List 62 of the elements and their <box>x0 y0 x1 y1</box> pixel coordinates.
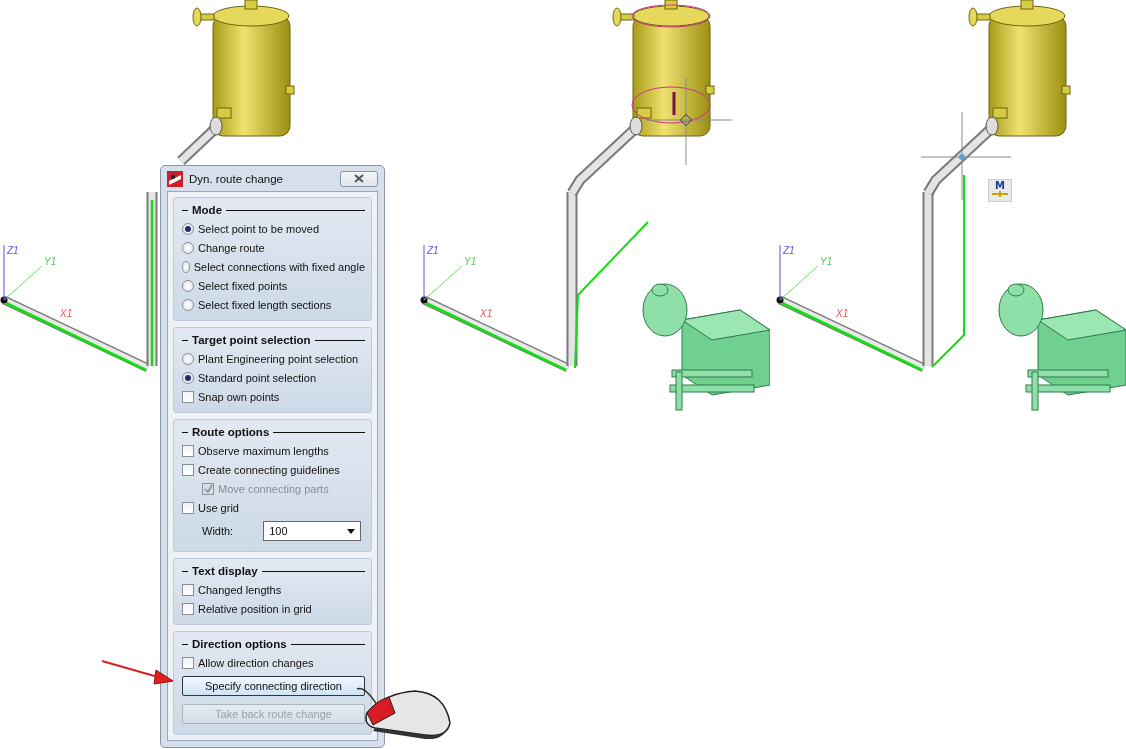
group-title: Mode <box>192 204 223 216</box>
axis-label: X1 <box>836 308 849 319</box>
checkbox[interactable] <box>182 656 194 669</box>
width-dropdown[interactable]: 100 <box>263 521 362 541</box>
crosshair-icon <box>645 77 733 166</box>
checkbox[interactable] <box>182 390 194 403</box>
field-label: Width: <box>202 525 234 537</box>
group-title: Target point selection <box>192 334 311 346</box>
option-label: Move connecting parts <box>218 482 329 495</box>
caret-icon <box>347 528 356 534</box>
radio-button[interactable] <box>182 241 194 254</box>
z-axis-line <box>3 244 5 301</box>
option-label: Create connecting guidelines <box>198 463 340 476</box>
radio-button[interactable] <box>182 371 194 384</box>
checkbox[interactable] <box>182 444 194 457</box>
marker-label: M <box>995 180 1005 191</box>
z-axis-line <box>423 244 425 301</box>
direction-button[interactable]: Specify connecting direction <box>182 676 365 696</box>
crosshair-icon <box>920 111 1012 201</box>
option-label: Select connections with fixed angle <box>193 260 365 273</box>
checkbox[interactable] <box>182 463 194 476</box>
group-title: Text display <box>192 565 258 577</box>
take-back-button: Take back route change <box>182 704 365 724</box>
axis-label: X1 <box>480 308 493 319</box>
option-label: Select point to be moved <box>198 222 320 235</box>
close-icon <box>354 174 364 183</box>
app-icon <box>167 170 183 187</box>
y-axis-line <box>3 265 43 301</box>
checkbox[interactable] <box>182 602 194 615</box>
cross-mark-icon <box>992 191 1008 197</box>
axis-label: Y1 <box>464 256 477 267</box>
option-label: Allow direction changes <box>198 656 314 669</box>
option-label: Standard point selection <box>198 371 317 384</box>
radio-button[interactable] <box>182 298 194 311</box>
axis-label: Z1 <box>427 245 439 256</box>
axis-label: Z1 <box>7 245 19 256</box>
option-label: Change route <box>198 241 265 254</box>
y-axis-line <box>423 265 463 301</box>
axis-label: Y1 <box>44 256 57 267</box>
option-label: Snap own points <box>198 390 280 403</box>
close-button[interactable] <box>340 170 378 187</box>
radio-button[interactable] <box>182 279 194 292</box>
group-title: Route options <box>192 426 270 438</box>
axis-label: X1 <box>60 308 73 319</box>
dialog-title: Dyn. route change <box>189 172 284 185</box>
y-axis-line <box>779 265 819 301</box>
option-label: Relative position in grid <box>198 602 312 615</box>
option-label: Plant Engineering point selection <box>198 352 359 365</box>
z-axis-line <box>779 244 781 301</box>
group-title: Direction options <box>192 638 287 650</box>
radio-button[interactable] <box>182 222 194 235</box>
checkbox[interactable] <box>182 583 194 596</box>
option-label: Select fixed length sections <box>198 298 332 311</box>
axis-label: Z1 <box>783 245 795 256</box>
option-label: Use grid <box>198 501 239 514</box>
option-label: Changed lengths <box>198 583 282 596</box>
radio-button[interactable] <box>182 260 190 273</box>
radio-button[interactable] <box>182 352 194 365</box>
option-label: Observe maximum lengths <box>198 444 329 457</box>
option-label: Select fixed points <box>198 279 288 292</box>
checkbox[interactable] <box>182 501 194 514</box>
axis-label: Y1 <box>820 256 833 267</box>
